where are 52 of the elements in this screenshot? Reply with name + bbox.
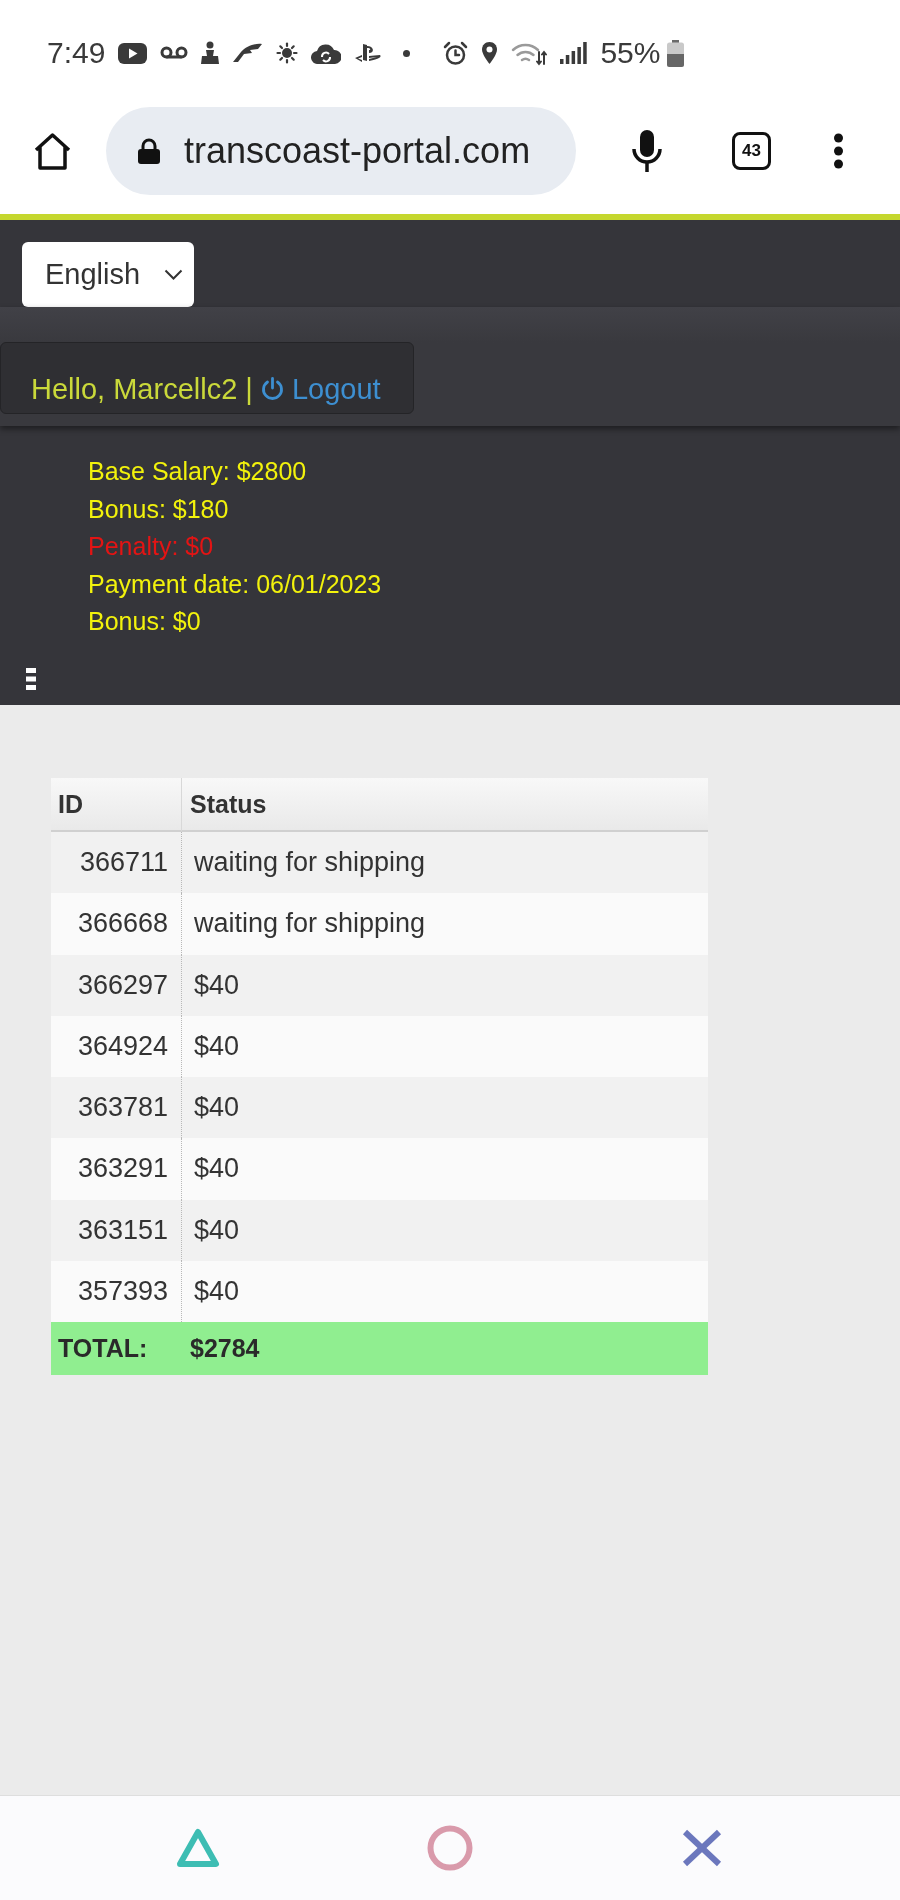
total-value: $2784 (182, 1322, 708, 1375)
video-play-icon (118, 42, 148, 64)
greeting-text: Hello, Marcellc2 | (31, 373, 253, 406)
home-icon[interactable] (33, 131, 72, 171)
menu-icon[interactable] (832, 133, 845, 169)
column-header: Status (182, 778, 708, 832)
summary-line: Payment date: 06/01/2023 (88, 568, 382, 600)
table-cell: $40 (182, 1260, 708, 1322)
microphone-icon[interactable] (631, 129, 663, 173)
table-cell: 363151 (51, 1199, 182, 1261)
table-cell: 366297 (51, 954, 182, 1016)
summary-line: Penalty: $0 (88, 531, 214, 563)
menu-icon[interactable] (26, 667, 36, 690)
table-cell: 357393 (51, 1260, 182, 1322)
table-cell: 363781 (51, 1077, 182, 1139)
chevron-down-icon (164, 269, 184, 280)
power-icon (260, 376, 284, 400)
alarm-clock-icon (443, 40, 469, 66)
table-cell: $40 (182, 1199, 708, 1261)
language-select[interactable]: English (22, 242, 194, 307)
logout-link[interactable]: Logout (260, 373, 381, 406)
table-cell: $40 (182, 954, 708, 1016)
logo-icon (354, 43, 383, 63)
person-icon (201, 41, 220, 65)
wing-icon (232, 43, 264, 63)
table-cell: waiting for shipping (182, 893, 708, 955)
tab-count-button[interactable]: 43 (732, 132, 771, 170)
table-cell: $40 (182, 1138, 708, 1200)
table-cell: $40 (182, 1015, 708, 1077)
status-time: 7:49 (47, 36, 106, 70)
cloud-sync-icon (311, 42, 342, 64)
summary-line: Bonus: $180 (88, 493, 229, 525)
table-cell: 363291 (51, 1138, 182, 1200)
brightness-icon (276, 42, 299, 64)
cross-icon[interactable] (681, 1828, 723, 1868)
voicemail-icon (160, 46, 189, 60)
lock-icon (137, 138, 161, 164)
total-label: TOTAL: (51, 1322, 182, 1375)
column-header: ID (51, 778, 182, 832)
battery-percentage: 55% (600, 36, 661, 70)
address-bar[interactable]: transcoast-portal.com (106, 107, 576, 195)
table-cell: 366668 (51, 893, 182, 955)
battery-icon (667, 39, 685, 67)
summary-line: Bonus: $0 (88, 606, 201, 638)
table-cell: 366711 (51, 832, 182, 894)
table-cell: $40 (182, 1077, 708, 1139)
location-pin-icon (481, 41, 499, 65)
summary-line: Base Salary: $2800 (88, 456, 307, 487)
notification-dot-icon (403, 49, 411, 57)
table-cell: waiting for shipping (182, 832, 708, 894)
table-cell: 364924 (51, 1015, 182, 1077)
signal-icon (560, 42, 588, 64)
